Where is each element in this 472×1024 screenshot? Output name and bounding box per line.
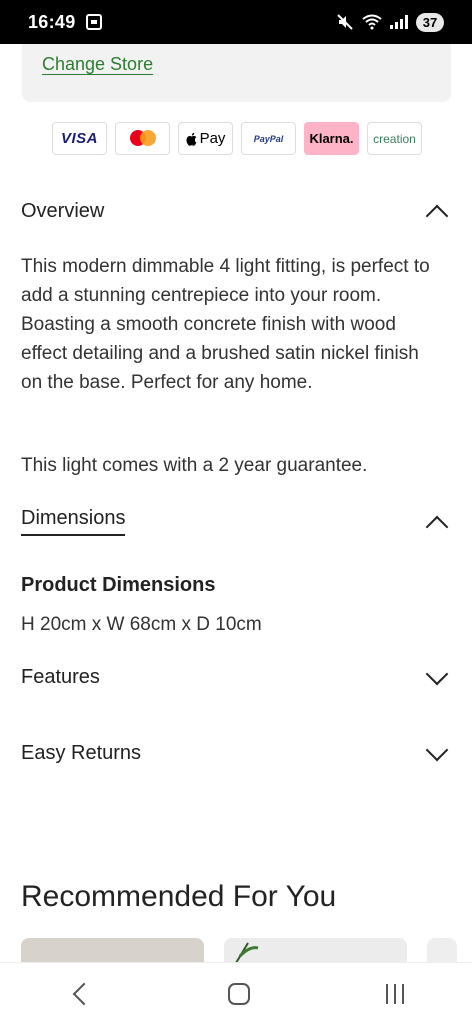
chevron-down-icon[interactable] — [423, 740, 449, 766]
dimensions-header[interactable]: Dimensions — [21, 507, 449, 536]
store-box: Change Store — [22, 44, 451, 102]
easy-returns-title: Easy Returns — [21, 741, 142, 764]
battery-indicator: 37 — [416, 12, 444, 32]
overview-description: This modern dimmable 4 light fitting, is… — [21, 256, 430, 393]
status-icons: 37 — [336, 12, 444, 32]
product-dimensions-value: H 20cm x W 68cm x D 10cm — [21, 614, 262, 635]
chevron-down-icon[interactable] — [423, 664, 449, 690]
recommended-heading: Recommended For You — [21, 880, 337, 913]
overview-title: Overview — [21, 199, 105, 222]
klarna-icon: Klarna. — [304, 122, 359, 155]
screenshot-icon — [85, 14, 102, 30]
wifi-icon — [362, 14, 382, 30]
overview-header[interactable]: Overview — [21, 198, 449, 224]
payment-methods: VISA Pay PayPal Klarna. creation — [52, 122, 422, 155]
dimensions-title: Dimensions — [21, 507, 126, 536]
chevron-up-icon[interactable] — [423, 198, 449, 224]
visa-icon: VISA — [52, 122, 107, 155]
features-header[interactable]: Features — [21, 664, 449, 690]
apple-pay-icon: Pay — [178, 122, 233, 155]
signal-icon — [390, 15, 408, 29]
creation-icon: creation — [367, 122, 422, 155]
change-store-link[interactable]: Change Store — [42, 54, 153, 75]
guarantee-text: This light comes with a 2 year guarantee… — [21, 455, 368, 476]
mute-icon — [337, 14, 353, 30]
paypal-icon: PayPal — [241, 122, 296, 155]
apple-pay-label: Pay — [199, 130, 226, 147]
home-icon[interactable] — [228, 982, 250, 1005]
features-title: Features — [21, 665, 100, 688]
easy-returns-header[interactable]: Easy Returns — [21, 740, 449, 766]
mastercard-icon — [115, 122, 170, 155]
chevron-up-icon[interactable] — [423, 509, 449, 535]
recent-apps-icon[interactable] — [386, 983, 404, 1004]
paypal-label: PayPal — [253, 133, 284, 144]
back-icon[interactable] — [68, 982, 92, 1006]
status-time: 16:49 — [28, 11, 76, 32]
product-dimensions-heading: Product Dimensions — [21, 574, 216, 596]
system-nav-bar — [0, 962, 472, 1024]
status-bar: 16:49 37 — [0, 0, 472, 44]
